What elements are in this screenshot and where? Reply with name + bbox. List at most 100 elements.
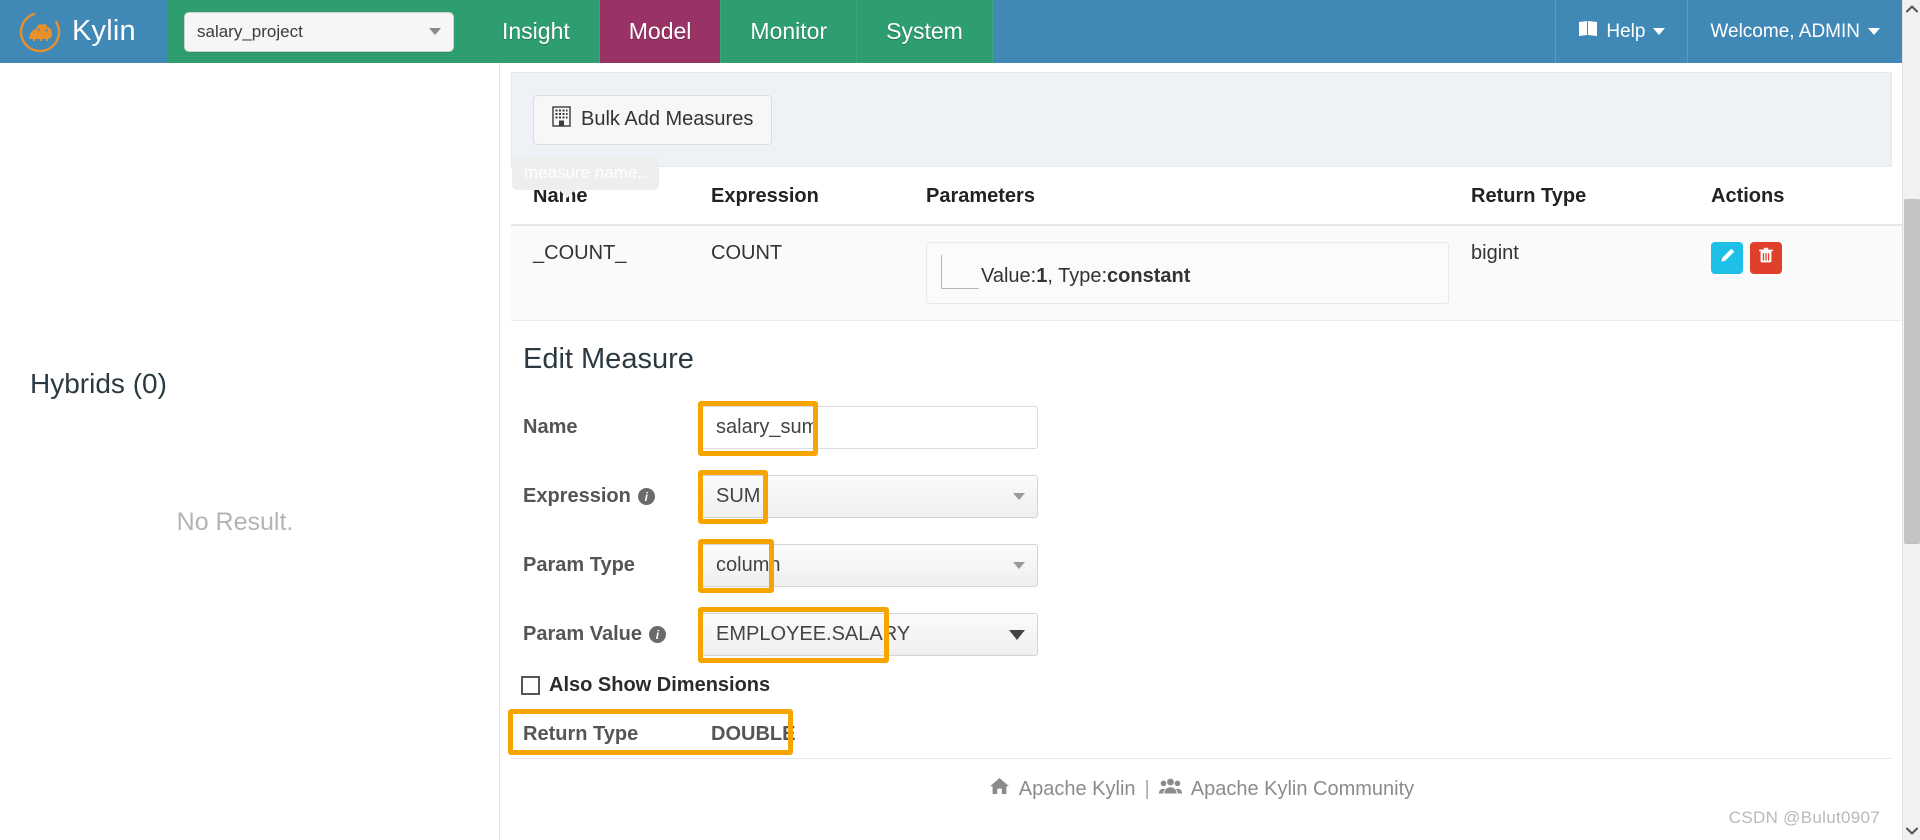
navbar-spacer: [992, 0, 1556, 63]
help-menu[interactable]: Help: [1555, 0, 1688, 63]
measures-table-header-row: Name Expression Parameters Return Type A…: [511, 167, 1902, 226]
scrollbar-thumb[interactable]: [1904, 199, 1920, 544]
watermark: CSDN @Bulut0907: [1728, 808, 1880, 827]
info-icon[interactable]: i: [637, 488, 655, 505]
tab-monitor[interactable]: Monitor: [721, 0, 858, 63]
footer-link-apache-kylin[interactable]: Apache Kylin: [1019, 778, 1136, 801]
table-row[interactable]: _COUNT_ COUNT Value:1, Type:constant big…: [511, 225, 1902, 321]
label-name: Name: [511, 416, 701, 439]
column-header-actions: Actions: [1711, 167, 1902, 226]
page-footer: Apache Kylin | Apache Kylin Community: [511, 777, 1892, 801]
info-icon[interactable]: i: [648, 626, 666, 643]
user-menu-label: Welcome, ADMIN: [1710, 20, 1860, 42]
column-header-expression: Expression: [711, 167, 926, 226]
field-row-name: Name salary_sum: [511, 401, 1892, 456]
left-panel: Hybrids (0) No Result.: [0, 63, 500, 840]
building-icon: [552, 106, 571, 133]
control-name: salary_sum: [698, 401, 1038, 456]
tab-model[interactable]: Model: [599, 0, 722, 63]
chevron-down-icon: [1868, 28, 1880, 35]
project-select-value: salary_project: [197, 21, 303, 41]
parameter-value: 1: [1036, 265, 1048, 287]
label-name-text: Name: [523, 416, 578, 438]
delete-measure-button[interactable]: [1750, 242, 1782, 274]
tab-system[interactable]: System: [857, 0, 993, 63]
footer-separator: |: [1144, 777, 1150, 800]
tab-system-label: System: [886, 18, 963, 44]
main-content: Bulk Add Measures Name Expression Parame…: [501, 63, 1902, 840]
edit-measure-button[interactable]: [1711, 242, 1743, 274]
expression-select-value: SUM: [716, 485, 761, 507]
parameter-type: constant: [1107, 265, 1191, 287]
label-expression: Expression i: [511, 485, 701, 508]
parameter-mid: , Type:: [1047, 265, 1108, 287]
home-icon: [989, 777, 1010, 801]
param-type-select[interactable]: column: [701, 544, 1038, 587]
measures-toolbar: Bulk Add Measures: [511, 72, 1892, 167]
navbar-right: Help Welcome, ADMIN: [1555, 0, 1902, 63]
cell-measure-parameters: Value:1, Type:constant: [926, 225, 1471, 321]
control-param-type: column: [698, 539, 1038, 593]
cell-measure-return-type: bigint: [1471, 225, 1711, 321]
edit-measure-title: Edit Measure: [523, 343, 694, 375]
measures-table-body: _COUNT_ COUNT Value:1, Type:constant big…: [511, 225, 1902, 321]
brand-area[interactable]: Kylin: [0, 0, 168, 63]
parameter-box: Value:1, Type:constant: [926, 242, 1449, 304]
also-show-dimensions-checkbox[interactable]: [521, 676, 540, 695]
measure-name-input[interactable]: salary_sum: [701, 406, 1038, 449]
label-param-type-text: Param Type: [523, 554, 635, 576]
field-row-param-value: Param Value i EMPLOYEE.SALARY: [511, 607, 1892, 663]
return-type-label: Return Type: [523, 723, 639, 745]
param-value-select[interactable]: EMPLOYEE.SALARY: [701, 613, 1038, 656]
field-row-param-type: Param Type column: [511, 539, 1892, 593]
param-value-select-value: EMPLOYEE.SALARY: [716, 623, 911, 645]
nav-tabs: Insight Model Monitor System: [473, 0, 993, 63]
chevron-up-icon: [1905, 0, 1919, 18]
tab-model-label: Model: [628, 18, 692, 44]
bulk-add-measures-label: Bulk Add Measures: [581, 108, 754, 130]
also-show-dimensions-row[interactable]: Also Show Dimensions: [511, 674, 1892, 697]
field-row-expression: Expression i SUM: [511, 470, 1892, 524]
label-param-value-text: Param Value: [523, 623, 642, 645]
return-type-value: DOUBLE: [711, 723, 796, 745]
users-icon: [1158, 777, 1182, 801]
project-selector-zone: salary_project: [168, 0, 473, 63]
cell-measure-name: _COUNT_: [511, 225, 711, 321]
cell-measure-expression: COUNT: [711, 225, 926, 321]
parameter-prefix: Value:: [981, 265, 1037, 287]
chevron-down-icon: [1653, 28, 1666, 35]
control-param-value: EMPLOYEE.SALARY: [698, 607, 1038, 663]
parameter-text: Value:1, Type:constant: [981, 266, 1190, 289]
scroll-down-button[interactable]: [1903, 822, 1920, 840]
measures-panel: Bulk Add Measures Name Expression Parame…: [501, 63, 1902, 321]
chevron-down-icon: [1905, 822, 1919, 840]
kylin-logo-icon: [18, 10, 62, 54]
project-select[interactable]: salary_project: [184, 11, 454, 52]
measures-table: Name Expression Parameters Return Type A…: [511, 167, 1902, 321]
tab-insight[interactable]: Insight: [473, 0, 600, 63]
bulk-add-measures-button[interactable]: Bulk Add Measures: [533, 94, 773, 145]
footer-link-apache-kylin-community[interactable]: Apache Kylin Community: [1191, 778, 1414, 801]
vertical-scrollbar[interactable]: [1902, 0, 1920, 840]
expression-select[interactable]: SUM: [701, 475, 1038, 518]
chevron-down-icon: [1013, 493, 1025, 500]
label-param-value: Param Value i: [511, 623, 701, 646]
app-root: Kylin salary_project Insight Model Monit…: [0, 0, 1920, 840]
control-expression: SUM: [698, 470, 1038, 524]
chevron-down-icon: [1009, 629, 1025, 640]
label-param-type: Param Type: [511, 554, 701, 577]
parameter-line: Value:1, Type:constant: [941, 255, 1434, 289]
hybrids-title: Hybrids (0): [30, 368, 167, 399]
return-type-row: Return Type DOUBLE: [508, 709, 1892, 759]
tree-branch-icon: [941, 255, 979, 289]
column-header-parameters: Parameters: [926, 167, 1471, 226]
tab-monitor-label: Monitor: [750, 18, 828, 44]
scroll-up-button[interactable]: [1903, 0, 1920, 18]
trash-icon: [1758, 247, 1774, 270]
pencil-icon: [1719, 247, 1736, 270]
label-expression-text: Expression: [523, 485, 631, 507]
measure-name-tooltip: measure name..: [512, 157, 659, 198]
chevron-down-icon: [429, 28, 441, 35]
book-icon: [1578, 20, 1598, 43]
user-menu[interactable]: Welcome, ADMIN: [1687, 0, 1902, 63]
